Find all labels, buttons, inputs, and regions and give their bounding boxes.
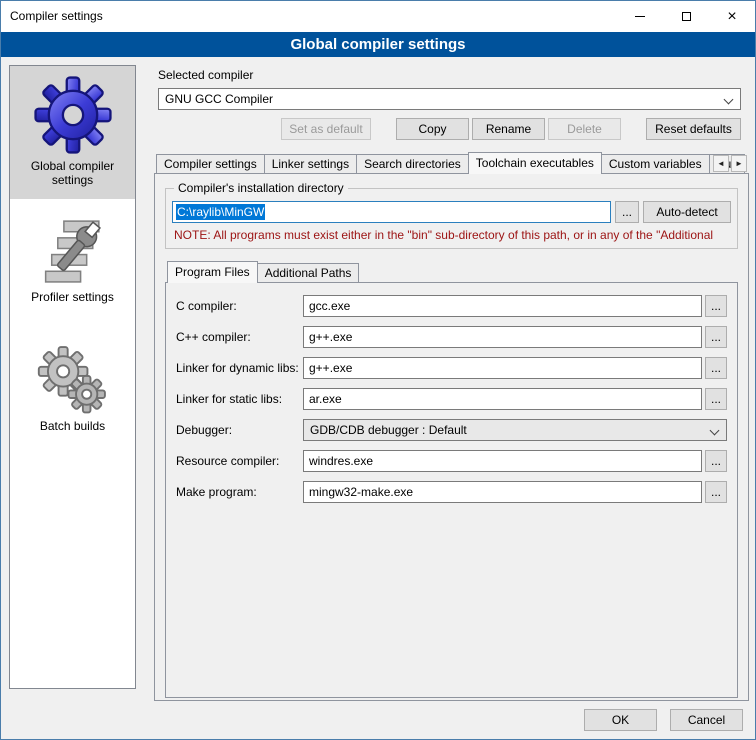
chevron-down-icon (724, 95, 734, 105)
form-row: Resource compiler: ... (176, 450, 727, 472)
settings-tab-bar: Compiler settings Linker settings Search… (154, 152, 749, 173)
tab-toolchain-executables[interactable]: Toolchain executables (468, 152, 602, 174)
dynamic-libs-linker-input[interactable] (303, 357, 702, 379)
batch-builds-icon (35, 344, 111, 414)
window-title: Compiler settings (1, 1, 617, 32)
dialog-footer: OK Cancel (584, 709, 743, 731)
form-row: Debugger: GDB/CDB debugger : Default (176, 419, 727, 441)
tab-linker-settings[interactable]: Linker settings (264, 154, 357, 173)
profiler-icon (35, 215, 111, 285)
compiler-select-value: GNU GCC Compiler (165, 92, 273, 106)
tab-search-directories[interactable]: Search directories (356, 154, 469, 173)
form-row: C compiler: ... (176, 295, 727, 317)
ok-button[interactable]: OK (584, 709, 657, 731)
rename-button[interactable]: Rename (472, 118, 545, 140)
compiler-settings-window: Compiler settings × Global compiler sett… (0, 0, 756, 740)
c-compiler-input[interactable] (303, 295, 702, 317)
sidebar-item-label: Global compiler settings (14, 159, 131, 187)
cpp-compiler-label: C++ compiler: (176, 330, 303, 344)
static-libs-linker-input[interactable] (303, 388, 702, 410)
c-compiler-browse-button[interactable]: ... (705, 295, 727, 317)
tab-custom-variables[interactable]: Custom variables (601, 154, 710, 173)
selected-compiler-label: Selected compiler (158, 68, 749, 82)
close-icon: × (727, 9, 736, 25)
static-libs-linker-browse-button[interactable]: ... (705, 388, 727, 410)
install-dir-group-label: Compiler's installation directory (174, 181, 348, 195)
main-panel: Selected compiler GNU GCC Compiler Set a… (154, 65, 749, 701)
tab-scroll-right-button[interactable]: ► (731, 155, 747, 172)
tab-scroll-left-button[interactable]: ◄ (713, 155, 729, 172)
set-as-default-button[interactable]: Set as default (281, 118, 371, 140)
close-button[interactable]: × (709, 1, 755, 32)
program-tab-bar: Program Files Additional Paths (165, 261, 738, 282)
copy-button[interactable]: Copy (396, 118, 469, 140)
maximize-button[interactable] (663, 1, 709, 32)
auto-detect-button[interactable]: Auto-detect (643, 201, 731, 223)
make-program-browse-button[interactable]: ... (705, 481, 727, 503)
delete-button[interactable]: Delete (548, 118, 621, 140)
dynamic-libs-linker-browse-button[interactable]: ... (705, 357, 727, 379)
resource-compiler-browse-button[interactable]: ... (705, 450, 727, 472)
program-files-panel: C compiler: ... C++ compiler: ... Linker… (165, 282, 738, 698)
make-program-label: Make program: (176, 485, 303, 499)
maximize-icon (682, 12, 691, 21)
resource-compiler-label: Resource compiler: (176, 454, 303, 468)
gear-icon (29, 76, 117, 154)
title-bar: Compiler settings × (1, 1, 755, 32)
minimize-button[interactable] (617, 1, 663, 32)
sidebar-item-label: Batch builds (14, 419, 131, 433)
debugger-label: Debugger: (176, 423, 303, 437)
tab-additional-paths[interactable]: Additional Paths (257, 263, 360, 282)
form-row: Linker for static libs: ... (176, 388, 727, 410)
install-dir-browse-button[interactable]: ... (615, 201, 639, 223)
cancel-button[interactable]: Cancel (670, 709, 743, 731)
static-libs-linker-label: Linker for static libs: (176, 392, 303, 406)
toolchain-executables-panel: Compiler's installation directory C:\ray… (154, 173, 749, 701)
dynamic-libs-linker-label: Linker for dynamic libs: (176, 361, 303, 375)
form-row: Linker for dynamic libs: ... (176, 357, 727, 379)
cpp-compiler-browse-button[interactable]: ... (705, 326, 727, 348)
installation-directory-group: Compiler's installation directory C:\ray… (165, 188, 738, 249)
minimize-icon (635, 16, 645, 17)
reset-defaults-button[interactable]: Reset defaults (646, 118, 741, 140)
tab-program-files[interactable]: Program Files (167, 261, 258, 283)
form-row: Make program: ... (176, 481, 727, 503)
install-dir-row: C:\raylib\MinGW ... Auto-detect (172, 201, 731, 223)
dialog-header: Global compiler settings (1, 32, 755, 57)
make-program-input[interactable] (303, 481, 702, 503)
tab-compiler-settings[interactable]: Compiler settings (156, 154, 265, 173)
sidebar: Global compiler settings Profiler settin… (9, 65, 136, 689)
sidebar-item-label: Profiler settings (14, 290, 131, 304)
form-row: C++ compiler: ... (176, 326, 727, 348)
debugger-select[interactable]: GDB/CDB debugger : Default (303, 419, 727, 441)
debugger-select-value: GDB/CDB debugger : Default (310, 423, 467, 437)
install-dir-value: C:\raylib\MinGW (176, 204, 265, 220)
sidebar-item-batch-builds[interactable]: Batch builds (10, 334, 135, 445)
install-dir-input[interactable]: C:\raylib\MinGW (172, 201, 611, 223)
sidebar-item-global-compiler-settings[interactable]: Global compiler settings (10, 66, 135, 199)
resource-compiler-input[interactable] (303, 450, 702, 472)
cpp-compiler-input[interactable] (303, 326, 702, 348)
install-dir-note: NOTE: All programs must exist either in … (174, 228, 729, 242)
compiler-actions: Set as default Copy Rename Delete Reset … (158, 118, 741, 140)
tab-scroll-controls: ◄ ► (713, 155, 747, 172)
chevron-down-icon (710, 426, 720, 436)
compiler-select[interactable]: GNU GCC Compiler (158, 88, 741, 110)
sidebar-item-profiler-settings[interactable]: Profiler settings (10, 205, 135, 316)
c-compiler-label: C compiler: (176, 299, 303, 313)
